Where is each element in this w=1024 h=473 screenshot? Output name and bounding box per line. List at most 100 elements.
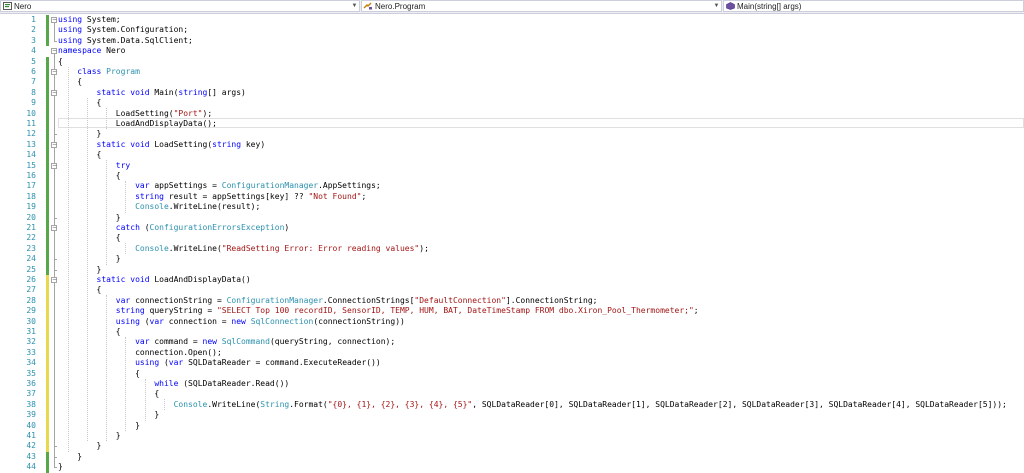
- code-line[interactable]: 5{: [0, 56, 1024, 67]
- line-number: 10: [26, 108, 36, 118]
- code-line[interactable]: 22 {: [0, 233, 1024, 244]
- chevron-down-icon[interactable]: ▼: [712, 3, 721, 9]
- member-dropdown[interactable]: Main(string[] args): [723, 0, 1024, 12]
- code-text: }: [58, 462, 63, 472]
- code-line[interactable]: 8 static void Main(string[] args): [0, 87, 1024, 99]
- outline-end-tick: [53, 446, 57, 448]
- project-dropdown[interactable]: Nero ▼: [0, 0, 360, 12]
- code-line[interactable]: 36 while (SQLDataReader.Read()): [0, 379, 1024, 390]
- code-text: }: [58, 420, 140, 430]
- code-line[interactable]: 30 using (var connection = new SqlConnec…: [0, 316, 1024, 327]
- line-number: 13: [26, 139, 36, 149]
- code-line[interactable]: 3 using System.Data.SqlClient;: [0, 35, 1024, 47]
- code-line[interactable]: 11 LoadAndDisplayData();: [0, 119, 1024, 130]
- code-text: while (SQLDataReader.Read()): [154, 379, 290, 388]
- code-line[interactable]: 16 {: [0, 171, 1024, 182]
- code-line[interactable]: 1 using System;: [0, 15, 1024, 26]
- code-text: }: [58, 441, 102, 451]
- code-line[interactable]: 27 {: [0, 285, 1024, 296]
- line-number: 17: [26, 181, 36, 191]
- line-number: 29: [26, 306, 36, 316]
- type-dropdown[interactable]: Nero.Program ▼: [361, 0, 722, 12]
- code-line[interactable]: 23 Console.WriteLine("ReadSetting Error:…: [0, 243, 1024, 255]
- code-line[interactable]: 42 }: [0, 441, 1024, 452]
- line-number: 15: [26, 160, 36, 170]
- line-number: 36: [26, 379, 36, 388]
- outline-guide: [53, 95, 55, 135]
- code-text: var command = new SqlCommand(queryString…: [135, 337, 396, 347]
- indent-guide: [164, 399, 166, 411]
- change-marker-saved: [46, 243, 49, 255]
- code-line[interactable]: 14 {: [0, 150, 1024, 161]
- code-text: static void LoadSetting(string key): [96, 139, 266, 149]
- change-marker-unsaved: [46, 431, 49, 442]
- code-line[interactable]: 40 }: [0, 420, 1024, 431]
- code-line[interactable]: 44}: [0, 462, 1024, 473]
- code-text: LoadSetting("Port");: [58, 108, 213, 118]
- code-line[interactable]: 13 static void LoadSetting(string key): [0, 139, 1024, 151]
- code-text: var connectionString = ConfigurationMana…: [115, 295, 598, 305]
- code-line[interactable]: 35 {: [0, 368, 1024, 379]
- line-number: 28: [26, 295, 36, 305]
- line-number: 41: [26, 431, 36, 440]
- code-line[interactable]: 43 }: [0, 451, 1024, 463]
- line-number: 35: [26, 368, 36, 378]
- code-line[interactable]: 29 string queryString = "SELECT Top 100 …: [0, 306, 1024, 317]
- line-number: 23: [26, 243, 36, 253]
- code-line[interactable]: 7 {: [0, 77, 1024, 88]
- code-line[interactable]: 32 var command = new SqlCommand(queryStr…: [0, 337, 1024, 348]
- code-line[interactable]: 34 using (var SQLDataReader = command.Ex…: [0, 358, 1024, 369]
- code-line[interactable]: 17 var appSettings = ConfigurationManage…: [0, 181, 1024, 192]
- change-marker-unsaved: [46, 410, 49, 421]
- code-line[interactable]: 18 string result = appSettings[key] ?? "…: [0, 191, 1024, 203]
- code-text: connection.Open();: [58, 347, 222, 357]
- code-editor[interactable]: 1 using System; 2 using System.Configuratio…: [0, 14, 1024, 473]
- code-line[interactable]: 31 {: [0, 327, 1024, 338]
- code-line[interactable]: 9 {: [0, 98, 1024, 109]
- code-text: string queryString = "SELECT Top 100 rec…: [115, 306, 699, 316]
- code-line[interactable]: 41 }: [0, 431, 1024, 442]
- code-line[interactable]: 39 }: [0, 410, 1024, 421]
- code-line[interactable]: 10 LoadSetting("Port");: [0, 108, 1024, 119]
- change-marker-unsaved: [46, 285, 49, 296]
- change-marker-unsaved: [46, 368, 49, 379]
- change-marker-saved: [46, 119, 49, 130]
- code-text: }: [58, 264, 102, 274]
- chevron-down-icon[interactable]: ▼: [350, 3, 359, 9]
- code-line[interactable]: 33 connection.Open();: [0, 347, 1024, 359]
- code-line[interactable]: 24 }: [0, 254, 1024, 265]
- class-icon: [363, 2, 373, 11]
- indent-guide: [106, 295, 108, 442]
- outline-guide: [53, 23, 55, 41]
- code-text: {: [58, 77, 83, 87]
- line-number: 9: [31, 98, 36, 108]
- code-line[interactable]: 6 class Program: [0, 67, 1024, 78]
- change-marker-saved: [46, 25, 49, 36]
- code-line[interactable]: 20 }: [0, 212, 1024, 223]
- code-line[interactable]: 2 using System.Configuration;: [0, 25, 1024, 36]
- code-line[interactable]: 12 }: [0, 129, 1024, 140]
- code-text: namespace Nero: [58, 46, 126, 56]
- line-number: 43: [26, 451, 36, 461]
- code-line[interactable]: 28 var connectionString = ConfigurationM…: [0, 295, 1024, 307]
- change-marker-unsaved: [46, 389, 49, 400]
- change-marker-saved: [46, 35, 49, 47]
- code-line[interactable]: 19 Console.WriteLine(result);: [0, 202, 1024, 213]
- code-line[interactable]: 37 {: [0, 389, 1024, 400]
- code-text: }: [58, 451, 83, 461]
- change-marker-saved: [46, 171, 49, 182]
- code-line[interactable]: 26 static void LoadAndDisplayData(): [0, 275, 1024, 286]
- outline-guide: [53, 283, 55, 447]
- code-text: catch (ConfigurationErrorsException): [115, 223, 290, 232]
- code-line[interactable]: 15 try: [0, 160, 1024, 171]
- code-text: {: [58, 150, 102, 160]
- line-number: 34: [26, 358, 36, 368]
- code-line[interactable]: 25 }: [0, 264, 1024, 275]
- line-number: 44: [26, 462, 36, 472]
- line-number: 5: [31, 56, 36, 66]
- code-line[interactable]: 4 namespace Nero: [0, 46, 1024, 56]
- change-marker-saved: [46, 150, 49, 161]
- code-line[interactable]: 21 catch (ConfigurationErrorsException): [0, 223, 1024, 234]
- type-name: Nero.Program: [375, 1, 426, 11]
- code-line[interactable]: 38 Console.WriteLine(String.Format("{0},…: [0, 399, 1024, 411]
